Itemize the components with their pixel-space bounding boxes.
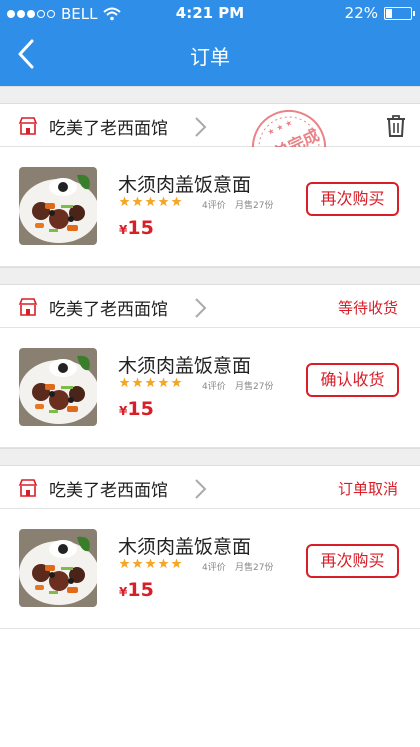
- order-status: 等待收货: [337, 299, 398, 317]
- item-price: ¥15: [119, 398, 154, 420]
- star-icon: [171, 558, 182, 569]
- item-name: 木须肉盖饭意面: [118, 536, 252, 558]
- order-item[interactable]: 木须肉盖饭意面 4评价 月售27份 ¥15 再次购买: [0, 147, 420, 267]
- order-item[interactable]: 木须肉盖饭意面 4评价 月售27份 ¥15 确认收货: [0, 328, 420, 448]
- item-price: ¥15: [119, 579, 154, 601]
- section-divider: [0, 86, 420, 104]
- store-name[interactable]: 吃美了老西面馆: [49, 295, 168, 320]
- chevron-right-icon[interactable]: [194, 478, 208, 500]
- rating-stars: [119, 558, 182, 569]
- food-thumbnail: [19, 348, 97, 426]
- star-icon: [119, 558, 130, 569]
- store-icon: [18, 117, 38, 135]
- star-icon: [145, 377, 156, 388]
- review-count: 4评价: [202, 382, 226, 392]
- star-icon: [158, 558, 169, 569]
- page-title: 订单: [190, 45, 230, 69]
- section-divider: [0, 267, 420, 285]
- store-icon: [18, 479, 38, 497]
- order-card: 吃美了老西面馆 等待收货 木须肉盖饭意面 4评价 月售27份 ¥15 确认收货: [0, 285, 420, 448]
- order-card: 吃美了老西面馆 订单取消 木须肉盖饭意面 4评价 月售27份 ¥15 再次购买: [0, 466, 420, 629]
- food-thumbnail: [19, 167, 97, 245]
- monthly-sales: 月售27份: [235, 563, 274, 573]
- confirm-receipt-button[interactable]: 确认收货: [306, 363, 399, 397]
- order-header[interactable]: 吃美了老西面馆 订单取消: [0, 466, 420, 509]
- item-name: 木须肉盖饭意面: [118, 355, 252, 377]
- battery-percent: 22%: [344, 4, 378, 22]
- store-name[interactable]: 吃美了老西面馆: [49, 114, 168, 139]
- star-icon: [171, 196, 182, 207]
- item-price: ¥15: [119, 217, 154, 239]
- order-status: 订单取消: [337, 480, 398, 498]
- order-header[interactable]: 吃美了老西面馆 订单完成 ★ ★ ★ ★ ★ ★: [0, 104, 420, 184]
- order-item[interactable]: 木须肉盖饭意面 4评价 月售27份 ¥15 再次购买: [0, 509, 420, 629]
- store-name[interactable]: 吃美了老西面馆: [49, 476, 168, 501]
- food-thumbnail: [19, 529, 97, 607]
- battery-icon: [384, 6, 415, 20]
- rating-stars: [119, 196, 182, 207]
- review-count: 4评价: [202, 201, 226, 211]
- order-header[interactable]: 吃美了老西面馆 等待收货: [0, 285, 420, 328]
- star-icon: [132, 377, 143, 388]
- app-header: BELL 4:21 PM 22% 订单: [0, 0, 420, 86]
- monthly-sales: 月售27份: [235, 382, 274, 392]
- trash-icon[interactable]: [385, 114, 407, 138]
- nav-bar: 订单: [0, 28, 420, 86]
- monthly-sales: 月售27份: [235, 201, 274, 211]
- review-count: 4评价: [202, 563, 226, 573]
- star-icon: [158, 196, 169, 207]
- star-icon: [119, 377, 130, 388]
- chevron-right-icon[interactable]: [194, 116, 208, 138]
- order-card: 吃美了老西面馆 订单完成 ★ ★ ★ ★ ★ ★: [0, 104, 420, 267]
- rating-stars: [119, 377, 182, 388]
- status-bar: BELL 4:21 PM 22%: [0, 0, 420, 28]
- star-icon: [145, 558, 156, 569]
- reorder-button[interactable]: 再次购买: [306, 182, 399, 216]
- chevron-right-icon[interactable]: [194, 297, 208, 319]
- svg-text:★ ★ ★: ★ ★ ★: [266, 118, 294, 137]
- star-icon: [171, 377, 182, 388]
- star-icon: [158, 377, 169, 388]
- section-divider: [0, 448, 420, 466]
- reorder-button[interactable]: 再次购买: [306, 544, 399, 578]
- star-icon: [132, 558, 143, 569]
- star-icon: [145, 196, 156, 207]
- item-name: 木须肉盖饭意面: [118, 174, 252, 196]
- star-icon: [119, 196, 130, 207]
- star-icon: [132, 196, 143, 207]
- store-icon: [18, 298, 38, 316]
